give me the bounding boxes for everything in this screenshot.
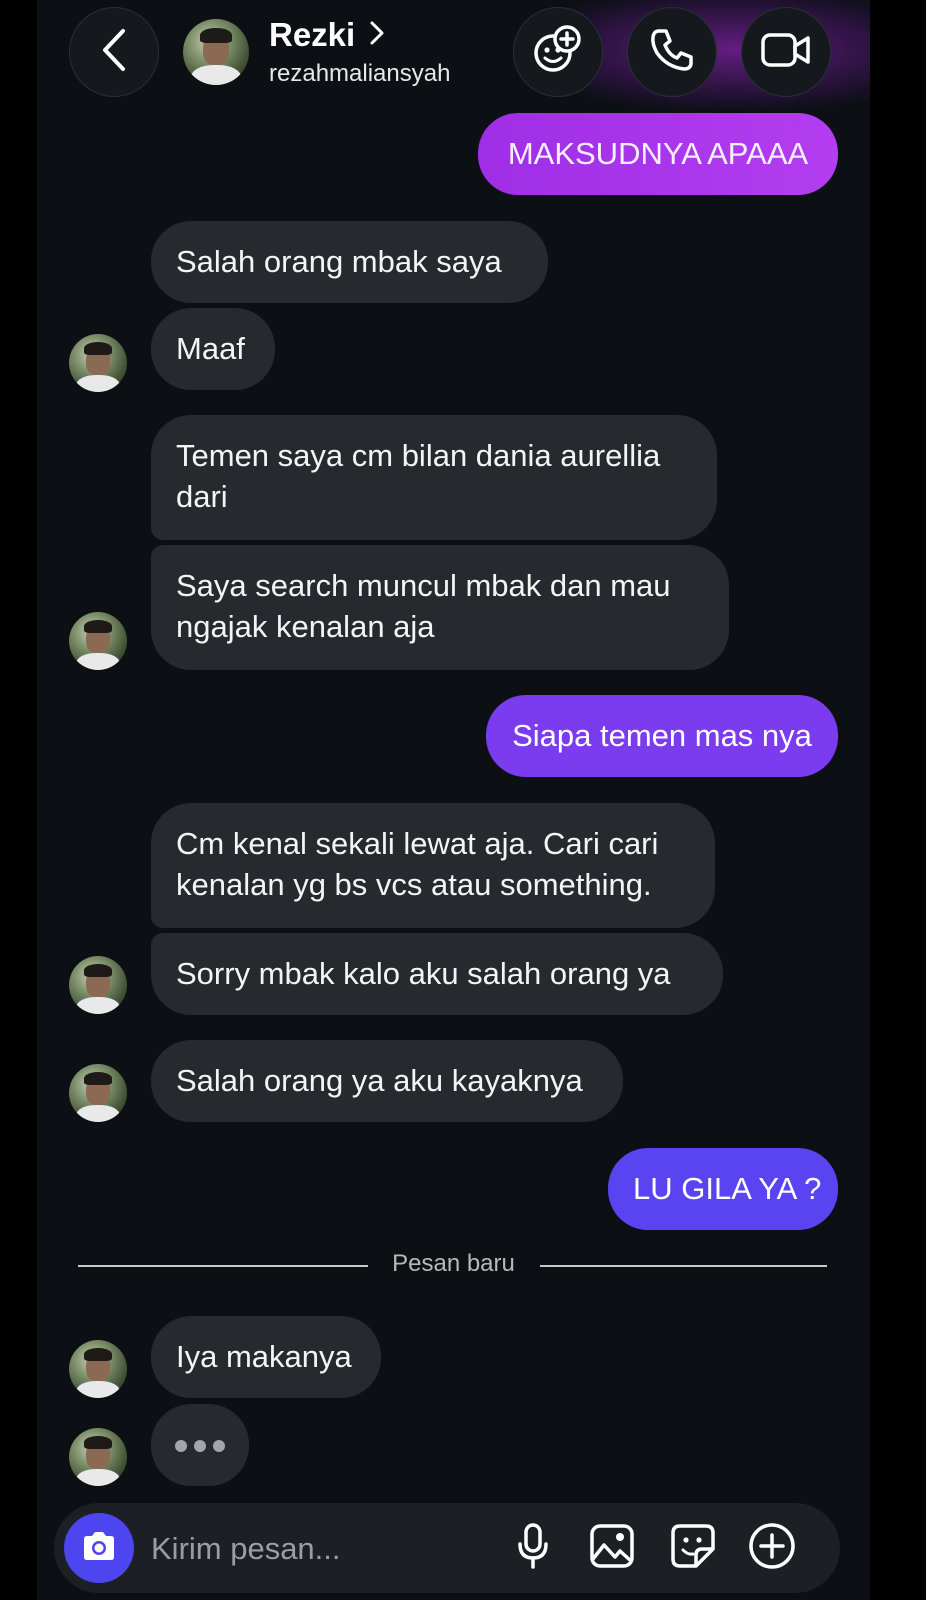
video-call-button[interactable]: [741, 7, 831, 97]
message-composer: [54, 1503, 840, 1593]
incoming-message[interactable]: Salah orang ya aku kayaknya: [151, 1040, 623, 1122]
outgoing-message[interactable]: LU GILA YA ?: [608, 1148, 838, 1230]
divider-line-right: [540, 1265, 827, 1267]
effects-button[interactable]: [513, 7, 603, 97]
sender-avatar[interactable]: [69, 612, 127, 670]
camera-icon: [80, 1530, 118, 1567]
typing-indicator: [151, 1404, 249, 1486]
incoming-message[interactable]: Salah orang mbak saya: [151, 221, 548, 303]
sender-avatar[interactable]: [69, 1428, 127, 1486]
chevron-right-icon[interactable]: [369, 20, 385, 51]
outgoing-message[interactable]: Siapa temen mas nya: [486, 695, 838, 777]
gallery-button[interactable]: [585, 1521, 639, 1575]
sticker-button[interactable]: [666, 1521, 720, 1575]
back-chevron-icon: [97, 27, 131, 78]
outgoing-message[interactable]: MAKSUDNYA APAAA: [478, 113, 838, 195]
back-button[interactable]: [69, 7, 159, 97]
sender-avatar[interactable]: [69, 334, 127, 392]
sticker-icon: [670, 1523, 716, 1574]
contact-avatar[interactable]: [183, 19, 249, 85]
new-messages-divider: Pesan baru: [392, 1250, 515, 1277]
sender-avatar[interactable]: [69, 956, 127, 1014]
incoming-message[interactable]: Cm kenal sekali lewat aja. Cari cari ken…: [151, 803, 715, 928]
incoming-message[interactable]: Iya makanya: [151, 1316, 381, 1398]
camera-button[interactable]: [64, 1513, 134, 1583]
contact-name[interactable]: Rezki: [269, 16, 355, 54]
gallery-icon: [589, 1523, 635, 1574]
call-button[interactable]: [627, 7, 717, 97]
sender-avatar[interactable]: [69, 1340, 127, 1398]
incoming-message[interactable]: Maaf: [151, 308, 275, 390]
phone-icon: [649, 27, 695, 78]
video-camera-icon: [760, 28, 812, 77]
message-input[interactable]: [149, 1525, 493, 1573]
microphone-icon: [516, 1522, 550, 1575]
incoming-message[interactable]: Temen saya cm bilan dania aurellia dari: [151, 415, 717, 540]
contact-username[interactable]: rezahmaliansyah: [269, 60, 450, 88]
voice-message-button[interactable]: [506, 1521, 560, 1575]
sender-avatar[interactable]: [69, 1064, 127, 1122]
incoming-message[interactable]: Saya search muncul mbak dan mau ngajak k…: [151, 545, 729, 670]
plus-icon: [748, 1522, 796, 1575]
chat-screen: Rezki rezahmaliansyah MAKSUDNYA APAAA Sa…: [37, 0, 870, 1600]
incoming-message[interactable]: Sorry mbak kalo aku salah orang ya: [151, 933, 723, 1015]
more-button[interactable]: [745, 1521, 799, 1575]
effects-icon: [531, 23, 585, 82]
